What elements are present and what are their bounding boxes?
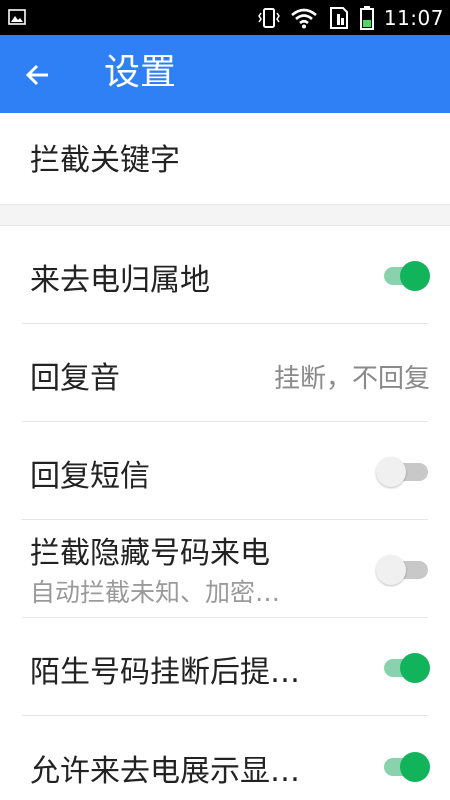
setting-label: 回复短信	[30, 459, 150, 494]
allow-display-toggle[interactable]	[382, 750, 430, 784]
setting-label: 拦截隐藏号码来电	[30, 536, 270, 571]
setting-description: 自动拦截未知、加密…	[30, 578, 281, 607]
setting-reply-tone[interactable]: 回复音 挂断，不回复	[0, 324, 450, 422]
battery-icon	[359, 5, 374, 30]
image-notification-icon	[8, 9, 26, 25]
setting-label: 允许来去电展示显…	[30, 754, 300, 789]
app-bar: 设置	[0, 35, 450, 113]
setting-block-hidden-numbers[interactable]: 拦截隐藏号码来电 自动拦截未知、加密…	[0, 520, 450, 618]
setting-reply-sms[interactable]: 回复短信	[0, 422, 450, 520]
stranger-prompt-toggle[interactable]	[382, 651, 430, 685]
back-arrow-icon[interactable]	[24, 61, 52, 89]
wifi-icon	[290, 7, 318, 29]
reply-tone-value: 挂断，不回复	[273, 364, 430, 394]
setting-label: 陌生号码挂断后提…	[30, 655, 300, 690]
setting-caller-location[interactable]: 来去电归属地	[0, 226, 450, 324]
section-divider	[0, 204, 450, 226]
status-bar: 11:07	[0, 0, 450, 35]
vibrate-icon	[257, 6, 280, 30]
setting-block-keywords[interactable]: 拦截关键字	[0, 113, 450, 204]
setting-label: 来去电归属地	[30, 263, 210, 298]
sim-icon	[328, 6, 350, 30]
caller-location-toggle[interactable]	[382, 259, 430, 293]
page-title: 设置	[104, 52, 177, 93]
clock: 11:07	[383, 5, 444, 30]
setting-label: 拦截关键字	[30, 143, 180, 178]
setting-label: 回复音	[30, 361, 120, 396]
reply-sms-toggle[interactable]	[376, 455, 428, 489]
setting-allow-display[interactable]: 允许来去电展示显…	[0, 716, 450, 800]
block-hidden-toggle[interactable]	[376, 553, 428, 587]
setting-stranger-prompt[interactable]: 陌生号码挂断后提…	[0, 618, 450, 716]
